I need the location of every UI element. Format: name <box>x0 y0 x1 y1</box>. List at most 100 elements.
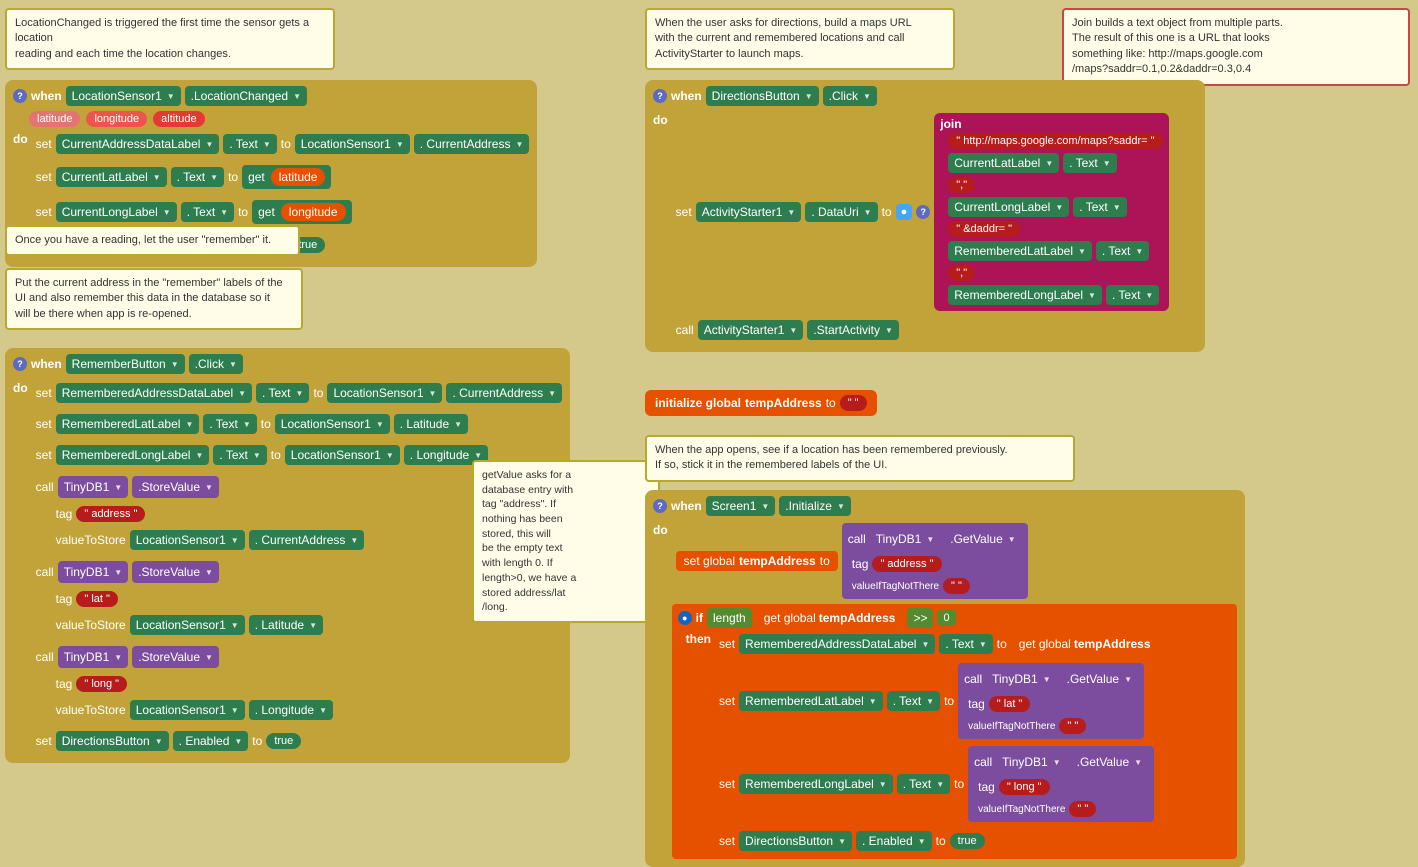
help-icon-6[interactable]: ? <box>653 499 667 513</box>
block-text-4[interactable]: . Text <box>256 383 309 403</box>
block-rem-long-label[interactable]: RememberedLongLabel <box>56 445 210 465</box>
block-tinydb-4[interactable]: TinyDB1 <box>870 528 941 550</box>
when-label-1: when <box>31 89 62 103</box>
row-tag-long: tag " long " <box>32 676 562 692</box>
help-icon-5[interactable]: ? <box>916 205 930 219</box>
event-location-changed[interactable]: .LocationChanged <box>185 86 307 106</box>
join-text-2[interactable]: . Text <box>1073 197 1126 217</box>
block-activity-starter-2[interactable]: ActivityStarter1 <box>698 320 804 340</box>
do-label-4: do <box>653 521 668 537</box>
param-longitude: longitude <box>86 111 147 127</box>
block-loc-sensor-4[interactable]: LocationSensor1 <box>285 445 400 465</box>
block-text-7[interactable]: . Text <box>939 634 992 654</box>
block-latitude-2[interactable]: . Latitude <box>249 615 323 635</box>
block-cur-addr-3[interactable]: . CurrentAddress <box>249 530 365 550</box>
block-rem-addr-label-2[interactable]: RememberedAddressDataLabel <box>739 634 935 654</box>
block-text-6[interactable]: . Text <box>213 445 266 465</box>
block-getvalue-1[interactable]: .GetValue <box>944 528 1021 550</box>
block-storevalue-1[interactable]: .StoreValue <box>132 476 219 498</box>
block-empty-2: " " <box>943 578 970 594</box>
temp-addr-label-3: tempAddress <box>819 611 896 625</box>
block-current-address[interactable]: . CurrentAddress <box>414 134 530 154</box>
block-activity-starter[interactable]: ActivityStarter1 <box>696 202 802 222</box>
block-loc-sensor-3[interactable]: LocationSensor1 <box>275 414 390 434</box>
block-true-3[interactable]: true <box>950 833 985 849</box>
init-global-label: initialize global <box>655 396 741 410</box>
block-getvalue-3[interactable]: .GetValue <box>1071 751 1148 773</box>
block-text-1[interactable]: . Text <box>223 134 276 154</box>
block-rem-addr-label[interactable]: RememberedAddressDataLabel <box>56 383 252 403</box>
block-loc-sensor-1[interactable]: LocationSensor1 <box>295 134 410 154</box>
block-rem-lat-label[interactable]: RememberedLatLabel <box>56 414 200 434</box>
block-true-2[interactable]: true <box>266 733 301 749</box>
block-initialize[interactable]: .Initialize <box>779 496 851 516</box>
join-cur-long-label[interactable]: CurrentLongLabel <box>948 197 1069 217</box>
block-loc-sensor-2[interactable]: LocationSensor1 <box>327 383 442 403</box>
comment-join: Join builds a text object from multiple … <box>1062 8 1410 86</box>
block-start-activity[interactable]: .StartActivity <box>807 320 899 340</box>
row-set-datauri: set ActivityStarter1 . DataUri to ● ? jo… <box>672 113 1169 311</box>
block-text-2[interactable]: . Text <box>171 167 224 187</box>
block-empty-4: " " <box>1069 801 1096 817</box>
block-click-1[interactable]: .Click <box>189 354 243 374</box>
block-longitude-2[interactable]: . Longitude <box>249 700 333 720</box>
row-tag-long-2: tag " long " <box>974 779 1148 795</box>
do-label-1: do <box>13 130 28 146</box>
block-dir-btn-2[interactable]: DirectionsButton <box>706 86 819 106</box>
row-set-temp-addr: set global tempAddress to call TinyDB1 .… <box>672 521 1237 601</box>
row-valueiftagnothere-1: valueIfTagNotThere " " <box>848 578 1022 594</box>
block-current-addr-2[interactable]: . CurrentAddress <box>446 383 562 403</box>
block-rem-long-label-2[interactable]: RememberedLongLabel <box>739 774 893 794</box>
block-get-long[interactable]: get longitude <box>252 200 351 224</box>
block-tinydb-5[interactable]: TinyDB1 <box>986 668 1057 690</box>
sensor-location[interactable]: LocationSensor1 <box>66 86 181 106</box>
block-getvalue-2[interactable]: .GetValue <box>1061 668 1138 690</box>
join-slot-2: CurrentLatLabel . Text <box>940 151 1162 175</box>
block-latitude[interactable]: . Latitude <box>394 414 468 434</box>
block-str-lat: " lat " <box>76 591 118 607</box>
join-slot-4: CurrentLongLabel . Text <box>940 195 1162 219</box>
block-text-8[interactable]: . Text <box>887 691 940 711</box>
join-cur-lat-label[interactable]: CurrentLatLabel <box>948 153 1059 173</box>
block-text-3[interactable]: . Text <box>181 202 234 222</box>
block-tinydb-1[interactable]: TinyDB1 <box>58 476 129 498</box>
block-loc-sensor-6[interactable]: LocationSensor1 <box>130 615 245 635</box>
block-click-2[interactable]: .Click <box>823 86 877 106</box>
block-tinydb-3[interactable]: TinyDB1 <box>58 646 129 668</box>
block-tinydb-6[interactable]: TinyDB1 <box>996 751 1067 773</box>
block-loc-sensor-5[interactable]: LocationSensor1 <box>130 530 245 550</box>
row-set-long: set CurrentLongLabel . Text to get longi… <box>32 198 530 226</box>
block-remember-btn-2[interactable]: RememberButton <box>66 354 185 374</box>
block-tinydb-2[interactable]: TinyDB1 <box>58 561 129 583</box>
block-long-label[interactable]: CurrentLongLabel <box>56 202 177 222</box>
block-screen1[interactable]: Screen1 <box>706 496 776 516</box>
help-icon-4[interactable]: ? <box>653 89 667 103</box>
block-text-9[interactable]: . Text <box>897 774 950 794</box>
join-text-4[interactable]: . Text <box>1106 285 1159 305</box>
block-lat-label[interactable]: CurrentLatLabel <box>56 167 167 187</box>
block-long-str-2: " long " <box>999 779 1050 795</box>
join-text-3[interactable]: . Text <box>1096 241 1149 261</box>
help-icon-3[interactable]: ? <box>13 357 27 371</box>
help-icon-1[interactable]: ? <box>13 89 27 103</box>
block-rem-lat-label-2[interactable]: RememberedLatLabel <box>739 691 883 711</box>
join-rem-lat-label[interactable]: RememberedLatLabel <box>948 241 1092 261</box>
block-get-lat[interactable]: get latitude <box>242 165 331 189</box>
block-storevalue-3[interactable]: .StoreValue <box>132 646 219 668</box>
block-storevalue-2[interactable]: .StoreValue <box>132 561 219 583</box>
join-rem-long-label[interactable]: RememberedLongLabel <box>948 285 1102 305</box>
join-label: join <box>940 117 961 131</box>
block-current-address-label[interactable]: CurrentAddressDataLabel <box>56 134 220 154</box>
block-dir-btn-3[interactable]: DirectionsButton <box>739 831 852 851</box>
help-icon-7[interactable]: ● <box>678 611 692 625</box>
block-text-5[interactable]: . Text <box>203 414 256 434</box>
block-orange-set-global: set global tempAddress to <box>676 551 838 571</box>
join-text-1[interactable]: . Text <box>1063 153 1116 173</box>
row-call-start-activity: call ActivityStarter1 .StartActivity <box>672 318 1169 342</box>
block-dir-btn[interactable]: DirectionsButton <box>56 731 169 751</box>
block-enabled-2[interactable]: . Enabled <box>173 731 249 751</box>
block-loc-sensor-7[interactable]: LocationSensor1 <box>130 700 245 720</box>
block-datauri[interactable]: . DataUri <box>805 202 877 222</box>
block-enabled-3[interactable]: . Enabled <box>856 831 932 851</box>
val-latitude: latitude <box>271 168 326 186</box>
